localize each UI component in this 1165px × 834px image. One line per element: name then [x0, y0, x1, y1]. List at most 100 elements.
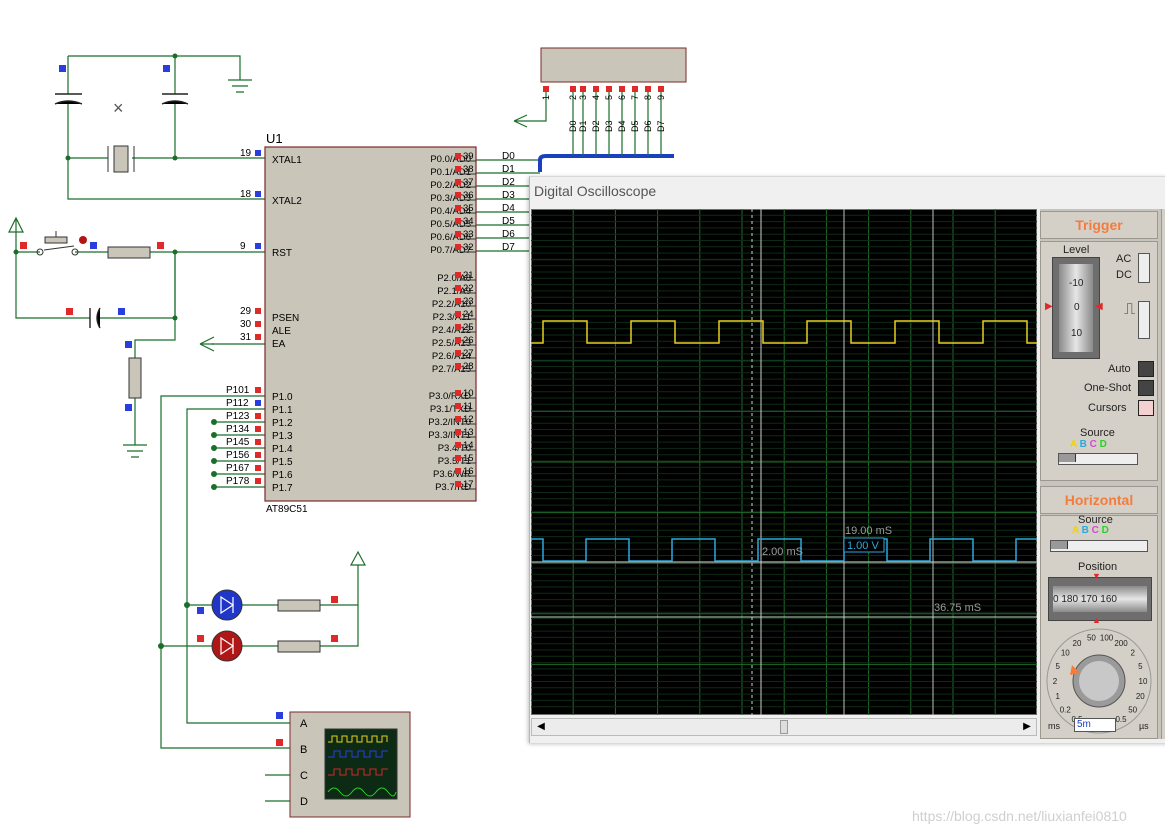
pin-marker [455, 205, 461, 211]
connector-net-label: D6 [643, 120, 653, 132]
analyzer-channel-label: A [300, 718, 308, 730]
pin-marker [455, 350, 461, 356]
trigger-source-slider[interactable] [1058, 453, 1138, 465]
scroll-right-icon[interactable]: ▶ [1019, 720, 1035, 734]
edge-icon: ⎍ [1124, 301, 1136, 318]
pin-name: ALE [272, 326, 291, 337]
pin-marker [255, 465, 261, 471]
pin-number: P145 [226, 437, 250, 448]
window-title: Digital Oscilloscope [534, 183, 657, 199]
logic-analyzer [289, 711, 411, 818]
pin-marker [455, 285, 461, 291]
dial-mark: 20 [1136, 692, 1145, 701]
pin-number: 39 [463, 151, 474, 162]
position-marker-top-icon: ▼ [1092, 571, 1101, 581]
scroll-thumb[interactable] [780, 720, 788, 734]
timebase-field[interactable]: 5m [1074, 718, 1116, 732]
connector-pin-number: 9 [656, 95, 666, 100]
pin-number: P178 [226, 476, 250, 487]
scroll-left-icon[interactable]: ◀ [533, 720, 549, 734]
dial-mark: 5 [1138, 662, 1143, 671]
pin-number: 32 [463, 242, 474, 253]
pin-name: P1.0 [272, 392, 293, 403]
level-label: Level [1063, 244, 1090, 256]
connector-marker [593, 86, 599, 92]
dial-mark: 5 [1055, 662, 1060, 671]
pin-marker [455, 468, 461, 474]
horizontal-source-slider[interactable] [1050, 540, 1148, 552]
trigger-header: Trigger [1040, 211, 1158, 239]
pin-number: P123 [226, 411, 250, 422]
connector-net-label: D0 [568, 120, 578, 132]
dial-mark: 200 [1114, 639, 1128, 648]
pin-number: 9 [240, 241, 246, 252]
net-label: D3 [502, 190, 515, 201]
pin-number: 38 [463, 164, 474, 175]
position-scale: 0 180 170 160 [1053, 594, 1117, 605]
pin-name: P1.2 [272, 418, 293, 429]
pin-marker [455, 244, 461, 250]
connector-pin-number: 6 [617, 95, 627, 100]
level-knob[interactable]: -10 0 10 [1052, 257, 1100, 359]
pin-marker [455, 442, 461, 448]
dial-mark: 0.5 [1115, 715, 1127, 724]
oscilloscope-window[interactable]: Digital Oscilloscope 19.00 mS 1.00 V 2.0… [529, 176, 1165, 743]
p1-pin-list: P101 P1.0 P112 P1.1 P123 P1.2 P134 P1.3 P145 P1.4… [226, 385, 293, 494]
analyzer-channel-label: D [300, 796, 308, 808]
pin-marker [255, 452, 261, 458]
pin-name: P1.6 [272, 470, 293, 481]
svg-text:×: × [113, 98, 124, 118]
connector-marker [543, 86, 549, 92]
pin-marker [255, 334, 261, 340]
one-shot-label: One-Shot [1084, 382, 1132, 394]
pin-marker [455, 416, 461, 422]
pin-marker [455, 192, 461, 198]
one-shot-button[interactable] [1138, 380, 1154, 396]
control-panel: Trigger Level -10 0 10 ▶ ◀ AC DC ⎍ Auto … [1040, 209, 1165, 739]
cursors-button[interactable] [1138, 400, 1154, 416]
pin-name: PSEN [272, 313, 299, 324]
connector-net-label: D2 [591, 120, 601, 132]
watermark: https://blog.csdn.net/liuxianfei0810 [912, 808, 1127, 824]
pin-marker [255, 426, 261, 432]
readout-volt: 1.00 V [847, 540, 879, 552]
connector-net-label: D3 [604, 120, 614, 132]
connector-marker [580, 86, 586, 92]
pin-number: 31 [240, 332, 252, 343]
dial-mark: 10 [1139, 677, 1148, 686]
auto-button[interactable] [1138, 361, 1154, 377]
pin-marker [255, 413, 261, 419]
dc-label: DC [1116, 269, 1132, 281]
net-label: D2 [502, 177, 515, 188]
connector-marker [570, 86, 576, 92]
data-bus [538, 154, 674, 172]
pin-number: 27 [463, 348, 474, 359]
net-label: D4 [502, 203, 515, 214]
pin-marker [255, 308, 261, 314]
pin-marker [455, 298, 461, 304]
pin-name: XTAL1 [272, 155, 302, 166]
chip-ref: U1 [266, 131, 283, 146]
readout-time-3: 36.75 mS [934, 602, 981, 614]
pin-marker [455, 337, 461, 343]
ac-dc-switch[interactable] [1138, 253, 1150, 283]
connector-marker [606, 86, 612, 92]
pin-marker [455, 231, 461, 237]
pin-marker [455, 390, 461, 396]
pin-number: 34 [463, 216, 474, 227]
pin-name: RST [272, 248, 292, 259]
ac-label: AC [1116, 253, 1132, 265]
connector-pin-number: 2 [568, 95, 578, 100]
pin-number: 21 [463, 270, 474, 281]
pin-number: 26 [463, 335, 474, 346]
edge-switch[interactable] [1138, 301, 1150, 339]
level-marker-left-icon: ▶ [1045, 301, 1053, 312]
pin-marker [255, 387, 261, 393]
horizontal-scrollbar[interactable]: ◀ ▶ [531, 718, 1037, 736]
pin-number: 33 [463, 229, 474, 240]
scope-screen[interactable]: 19.00 mS 1.00 V 2.00 mS 36.75 mS [531, 209, 1037, 715]
pin-marker [255, 400, 261, 406]
pin-number: 19 [240, 148, 252, 159]
pin-number: 16 [463, 466, 474, 477]
horizontal-source-channels: A B C D [1072, 525, 1109, 536]
